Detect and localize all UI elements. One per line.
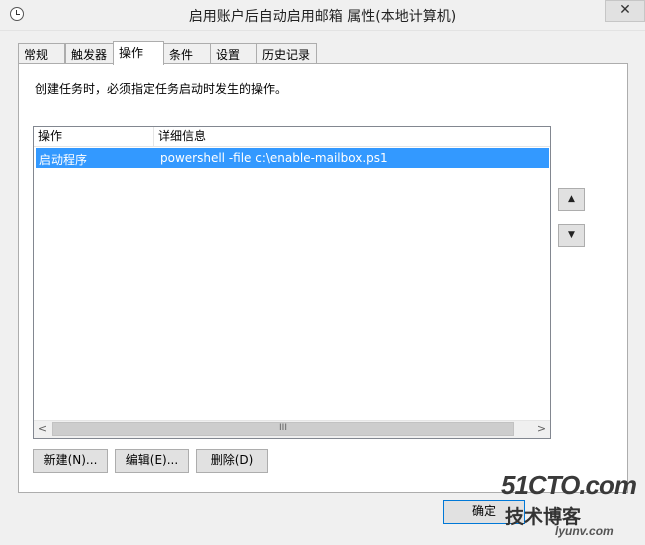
title-bar: 启用账户后自动启用邮箱 属性(本地计算机) ✕ xyxy=(0,0,645,31)
close-button[interactable]: ✕ xyxy=(605,0,645,22)
row-action: 启动程序 xyxy=(39,153,88,167)
tab-triggers[interactable]: 触发器 xyxy=(65,43,114,63)
watermark-lyunv: lyunv.com xyxy=(555,524,614,538)
scroll-right-icon[interactable]: > xyxy=(533,421,550,438)
tab-conditions[interactable]: 条件 xyxy=(163,43,211,63)
window-title: 启用账户后自动启用邮箱 属性(本地计算机) xyxy=(188,9,457,25)
move-up-button[interactable]: ▲ xyxy=(558,188,585,211)
scroll-left-icon[interactable]: < xyxy=(34,421,51,438)
ok-button[interactable]: 确定 xyxy=(443,500,525,524)
edit-action-button[interactable]: 编辑(E)... xyxy=(115,449,189,473)
actions-list[interactable]: 操作 详细信息 启动程序 powershell -file c:\enable-… xyxy=(33,126,551,439)
panel-description: 创建任务时，必须指定任务启动时发生的操作。 xyxy=(35,82,288,96)
actions-tab-panel: 创建任务时，必须指定任务启动时发生的操作。 操作 详细信息 启动程序 power… xyxy=(18,63,628,493)
tab-history[interactable]: 历史记录 xyxy=(256,43,317,63)
horizontal-scrollbar[interactable]: < III > xyxy=(34,420,550,438)
column-header-details[interactable]: 详细信息 xyxy=(154,127,550,146)
tab-general[interactable]: 常规 xyxy=(18,43,65,63)
column-header-action[interactable]: 操作 xyxy=(34,127,154,146)
move-down-button[interactable]: ▼ xyxy=(558,224,585,247)
tab-actions[interactable]: 操作 xyxy=(113,41,164,65)
tab-settings[interactable]: 设置 xyxy=(210,43,257,63)
scrollbar-thumb[interactable]: III xyxy=(52,422,514,436)
table-row[interactable]: 启动程序 powershell -file c:\enable-mailbox.… xyxy=(36,148,549,168)
new-action-button[interactable]: 新建(N)... xyxy=(33,449,108,473)
list-header: 操作 详细信息 xyxy=(34,127,550,147)
row-details: powershell -file c:\enable-mailbox.ps1 xyxy=(160,151,388,165)
delete-action-button[interactable]: 删除(D) xyxy=(196,449,268,473)
